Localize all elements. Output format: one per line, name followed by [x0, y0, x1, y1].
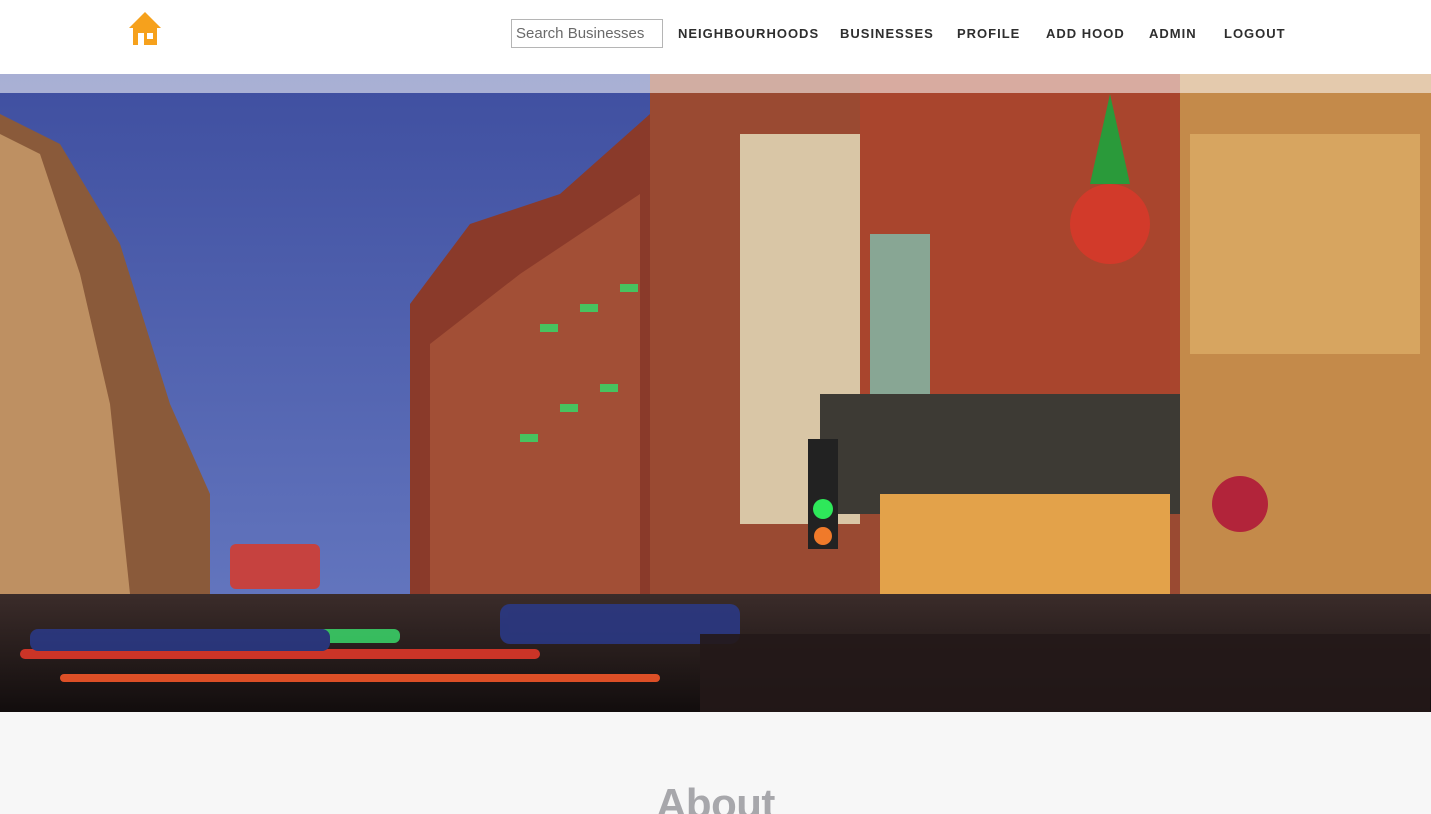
hero-city-photo: [0, 74, 1431, 712]
nav-link-neighbourhoods[interactable]: NEIGHBOURHOODS: [678, 26, 819, 41]
top-navbar: NEIGHBOURHOODS BUSINESSES PROFILE ADD HO…: [0, 0, 1431, 74]
hero-top-overlay: [0, 74, 1431, 93]
nav-link-logout[interactable]: LOGOUT: [1224, 26, 1286, 41]
about-heading: About: [656, 780, 775, 814]
nav-link-admin[interactable]: ADMIN: [1149, 26, 1197, 41]
main-nav: NEIGHBOURHOODS BUSINESSES PROFILE ADD HO…: [0, 26, 1431, 42]
nav-link-add-hood[interactable]: ADD HOOD: [1046, 26, 1125, 41]
nav-link-businesses[interactable]: BUSINESSES: [840, 26, 934, 41]
nav-link-profile[interactable]: PROFILE: [957, 26, 1020, 41]
hero-banner: [0, 74, 1431, 712]
